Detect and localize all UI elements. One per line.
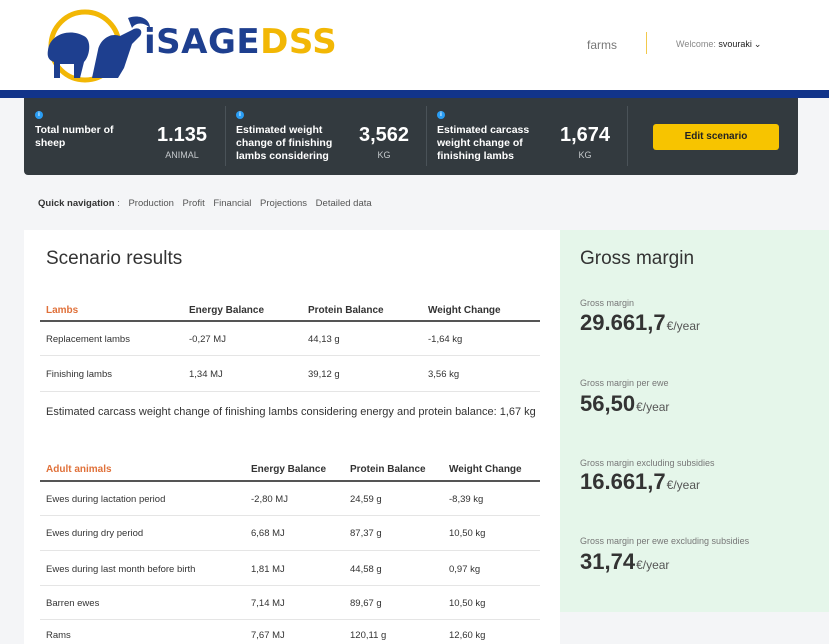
row-divider <box>40 391 540 392</box>
username: svouraki <box>718 39 752 49</box>
table-cell: 10,50 kg <box>449 598 486 609</box>
edit-scenario-button[interactable]: Edit scenario <box>653 124 779 150</box>
protein-balance-header: Protein Balance <box>308 305 384 316</box>
stat-total-sheep-value: 1.135 <box>156 124 208 146</box>
gross-margin-per-ewe-excl-subsidies-unit: €/year <box>636 558 670 572</box>
protein-balance-header: Protein Balance <box>350 464 426 475</box>
weight-change-header: Weight Change <box>428 305 501 316</box>
gross-margin-amount: 29.661,7 <box>580 310 666 335</box>
stat-carcass-change-unit: KG <box>578 150 592 160</box>
table-cell: 7,67 MJ <box>251 630 285 641</box>
table-cell: 120,11 g <box>350 630 387 641</box>
gross-margin-per-ewe-excl-subsidies-label: Gross margin per ewe excluding subsidies <box>580 536 750 546</box>
stat-weight-change-label: Estimated weight change of finishing lam… <box>236 124 333 162</box>
stat-weight-change-unit: KG <box>377 150 391 160</box>
gross-margin-excl-subsidies-unit: €/year <box>666 478 700 492</box>
info-icon[interactable]: i <box>437 111 445 119</box>
row-divider <box>40 550 540 551</box>
info-icon[interactable]: i <box>35 111 43 119</box>
gross-margin-excl-subsidies-label: Gross margin excluding subsidies <box>580 458 715 468</box>
gross-margin-per-ewe-label: Gross margin per ewe <box>580 378 669 388</box>
gross-margin-per-ewe-amount: 56,50 <box>580 391 636 416</box>
carcass-estimate-note: Estimated carcass weight change of finis… <box>46 406 536 418</box>
quick-navigation: Quick navigation : Production Profit Fin… <box>38 198 372 209</box>
row-divider <box>40 515 540 516</box>
gross-margin-title: Gross margin <box>580 248 695 269</box>
quick-nav-financial[interactable]: Financial <box>213 198 251 209</box>
quick-nav-label: Quick navigation <box>38 198 115 209</box>
quick-nav-detailed-data[interactable]: Detailed data <box>316 198 372 209</box>
gross-margin-unit: €/year <box>666 319 700 333</box>
energy-balance-header: Energy Balance <box>189 305 265 316</box>
row-divider <box>40 355 540 356</box>
table-cell: Barren ewes <box>46 598 100 609</box>
top-header: iSAGEDSS farms Welcome: svouraki ⌄ <box>0 0 829 90</box>
table-cell: -8,39 kg <box>449 494 484 505</box>
table-cell: Replacement lambs <box>46 334 130 345</box>
table-cell: 10,50 kg <box>449 528 486 539</box>
table-cell: 1,34 MJ <box>189 369 223 380</box>
gross-margin-excl-subsidies-amount: 16.661,7 <box>580 469 666 494</box>
table-cell: 6,68 MJ <box>251 528 285 539</box>
gross-margin-per-ewe-value: 56,50€/year <box>580 391 669 417</box>
nav-farms-link[interactable]: farms <box>587 38 617 52</box>
stat-divider <box>426 106 427 166</box>
table-cell: 44,13 g <box>308 334 340 345</box>
energy-balance-header: Energy Balance <box>251 464 327 475</box>
scenario-results-card <box>24 230 560 644</box>
table-header-rule <box>40 320 540 322</box>
table-cell: 24,59 g <box>350 494 382 505</box>
table-cell: Ewes during last month before birth <box>46 564 196 575</box>
logo-wordmark[interactable]: iSAGEDSS <box>144 22 337 62</box>
quick-nav-projections[interactable]: Projections <box>260 198 307 209</box>
table-cell: 12,60 kg <box>449 630 486 641</box>
gross-margin-excl-subsidies-value: 16.661,7€/year <box>580 469 700 495</box>
header-blue-strip <box>0 90 829 98</box>
user-menu[interactable]: Welcome: svouraki ⌄ <box>676 39 761 50</box>
weight-change-header: Weight Change <box>449 464 522 475</box>
row-divider <box>40 585 540 586</box>
row-divider <box>40 619 540 620</box>
welcome-label: Welcome: <box>676 39 716 49</box>
table-cell: -2,80 MJ <box>251 494 288 505</box>
table-cell: -0,27 MJ <box>189 334 226 345</box>
table-cell: -1,64 kg <box>428 334 463 345</box>
nav-divider <box>646 32 647 54</box>
lambs-header: Lambs <box>46 305 79 316</box>
stat-total-sheep-unit: ANIMAL <box>165 150 199 160</box>
table-cell: Ewes during dry period <box>46 528 144 539</box>
table-cell: Finishing lambs <box>46 369 112 380</box>
quick-nav-profit[interactable]: Profit <box>183 198 205 209</box>
stat-weight-change-value: 3,562 <box>358 124 410 146</box>
stat-carcass-change-value: 1,674 <box>559 124 611 146</box>
stat-total-sheep-label: Total number of sheep <box>35 124 114 149</box>
quick-nav-production[interactable]: Production <box>128 198 173 209</box>
stat-carcass-change-label: Estimated carcass weight change of finis… <box>437 124 530 162</box>
stat-divider <box>225 106 226 166</box>
gross-margin-label: Gross margin <box>580 298 635 308</box>
table-header-rule <box>40 480 540 482</box>
scenario-results-title: Scenario results <box>46 248 183 269</box>
table-cell: 39,12 g <box>308 369 340 380</box>
table-cell: 0,97 kg <box>449 564 481 575</box>
stat-divider <box>627 106 628 166</box>
table-cell: 89,67 g <box>350 598 382 609</box>
info-icon[interactable]: i <box>236 111 244 119</box>
table-cell: 87,37 g <box>350 528 382 539</box>
table-cell: 44,58 g <box>350 564 382 575</box>
gross-margin-value: 29.661,7€/year <box>580 310 700 336</box>
logo-part-isage: iSAGE <box>144 22 261 62</box>
adult-animals-header: Adult animals <box>46 464 112 475</box>
table-cell: Ewes during lactation period <box>46 494 166 505</box>
gross-margin-per-ewe-unit: €/year <box>636 400 670 414</box>
table-cell: 3,56 kg <box>428 369 460 380</box>
table-cell: 7,14 MJ <box>251 598 285 609</box>
chevron-down-icon: ⌄ <box>753 39 762 49</box>
table-cell: 1,81 MJ <box>251 564 285 575</box>
table-cell: Rams <box>46 630 71 641</box>
gross-margin-per-ewe-excl-subsidies-amount: 31,74 <box>580 549 636 574</box>
logo-part-dss: DSS <box>260 22 338 62</box>
gross-margin-per-ewe-excl-subsidies-value: 31,74€/year <box>580 549 669 575</box>
quick-nav-separator: : <box>117 198 120 209</box>
